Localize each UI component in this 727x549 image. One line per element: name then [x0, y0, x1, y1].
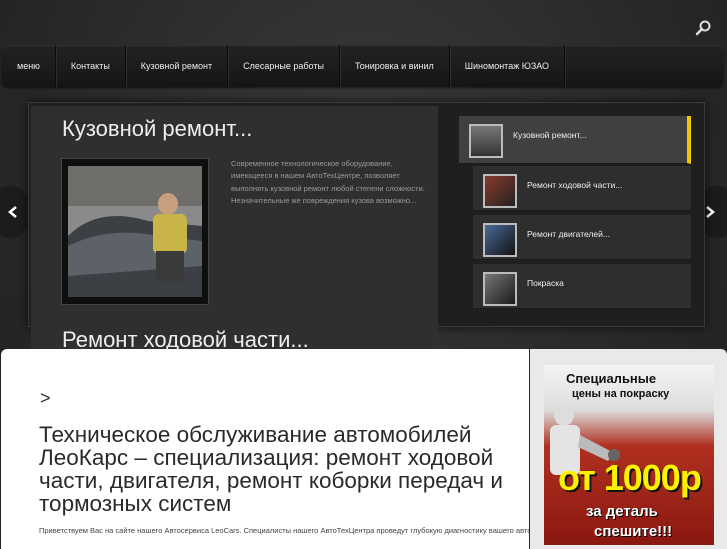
- slide-title[interactable]: Кузовной ремонт...: [62, 116, 252, 142]
- thumb-engine[interactable]: Ремонт двигателей...: [473, 215, 691, 260]
- search-icon[interactable]: [695, 20, 711, 36]
- nav-item-contacts[interactable]: Контакты: [56, 45, 126, 87]
- thumb-painting[interactable]: Покраска: [473, 264, 691, 309]
- thumb-image: [483, 174, 517, 208]
- promo-line-2: цены на покраску: [572, 388, 670, 400]
- promo-line-4: за деталь: [586, 503, 658, 520]
- promo-line-1: Специальные: [566, 371, 657, 386]
- main-nav: меню Контакты Кузовной ремонт Слесарные …: [2, 45, 723, 87]
- chevron-left-icon: [8, 206, 17, 218]
- page-title: Техническое обслуживание автомобилей Лео…: [39, 422, 503, 516]
- promo-price: от 1000р: [558, 457, 702, 498]
- thumb-label: Кузовной ремонт...: [513, 130, 587, 140]
- slider-prev-button[interactable]: [0, 186, 30, 238]
- intro-text: Приветствуем Вас на сайте нашего Автосер…: [39, 526, 529, 535]
- nav-item-body-repair[interactable]: Кузовной ремонт: [126, 45, 229, 87]
- thumb-label: Ремонт двигателей...: [527, 229, 610, 239]
- nav-item-locksmith[interactable]: Слесарные работы: [228, 45, 340, 87]
- thumb-body-repair[interactable]: Кузовной ремонт...: [459, 116, 691, 164]
- slide-image[interactable]: [61, 158, 209, 305]
- nav-item-tire-service[interactable]: Шиномонтаж ЮЗАО: [450, 45, 566, 87]
- thumb-label: Покраска: [527, 278, 564, 288]
- nav-item-tinting[interactable]: Тонировка и винил: [340, 45, 450, 87]
- thumb-suspension[interactable]: Ремонт ходовой части...: [473, 166, 691, 211]
- next-slide-title[interactable]: Ремонт ходовой части...: [31, 325, 438, 352]
- promo-line-5: спешите!!!: [594, 523, 673, 540]
- thumb-label: Ремонт ходовой части...: [527, 180, 623, 190]
- slide-excerpt: Современное технологическое оборудование…: [231, 159, 425, 205]
- breadcrumb-arrow: >: [40, 388, 51, 408]
- thumb-image: [483, 223, 517, 257]
- nav-item-menu[interactable]: меню: [2, 45, 56, 87]
- thumb-image: [483, 272, 517, 306]
- promo-banner[interactable]: Специальные цены на покраску от 1000р за…: [544, 365, 714, 545]
- thumb-image: [469, 124, 503, 158]
- chevron-right-icon: [706, 206, 715, 218]
